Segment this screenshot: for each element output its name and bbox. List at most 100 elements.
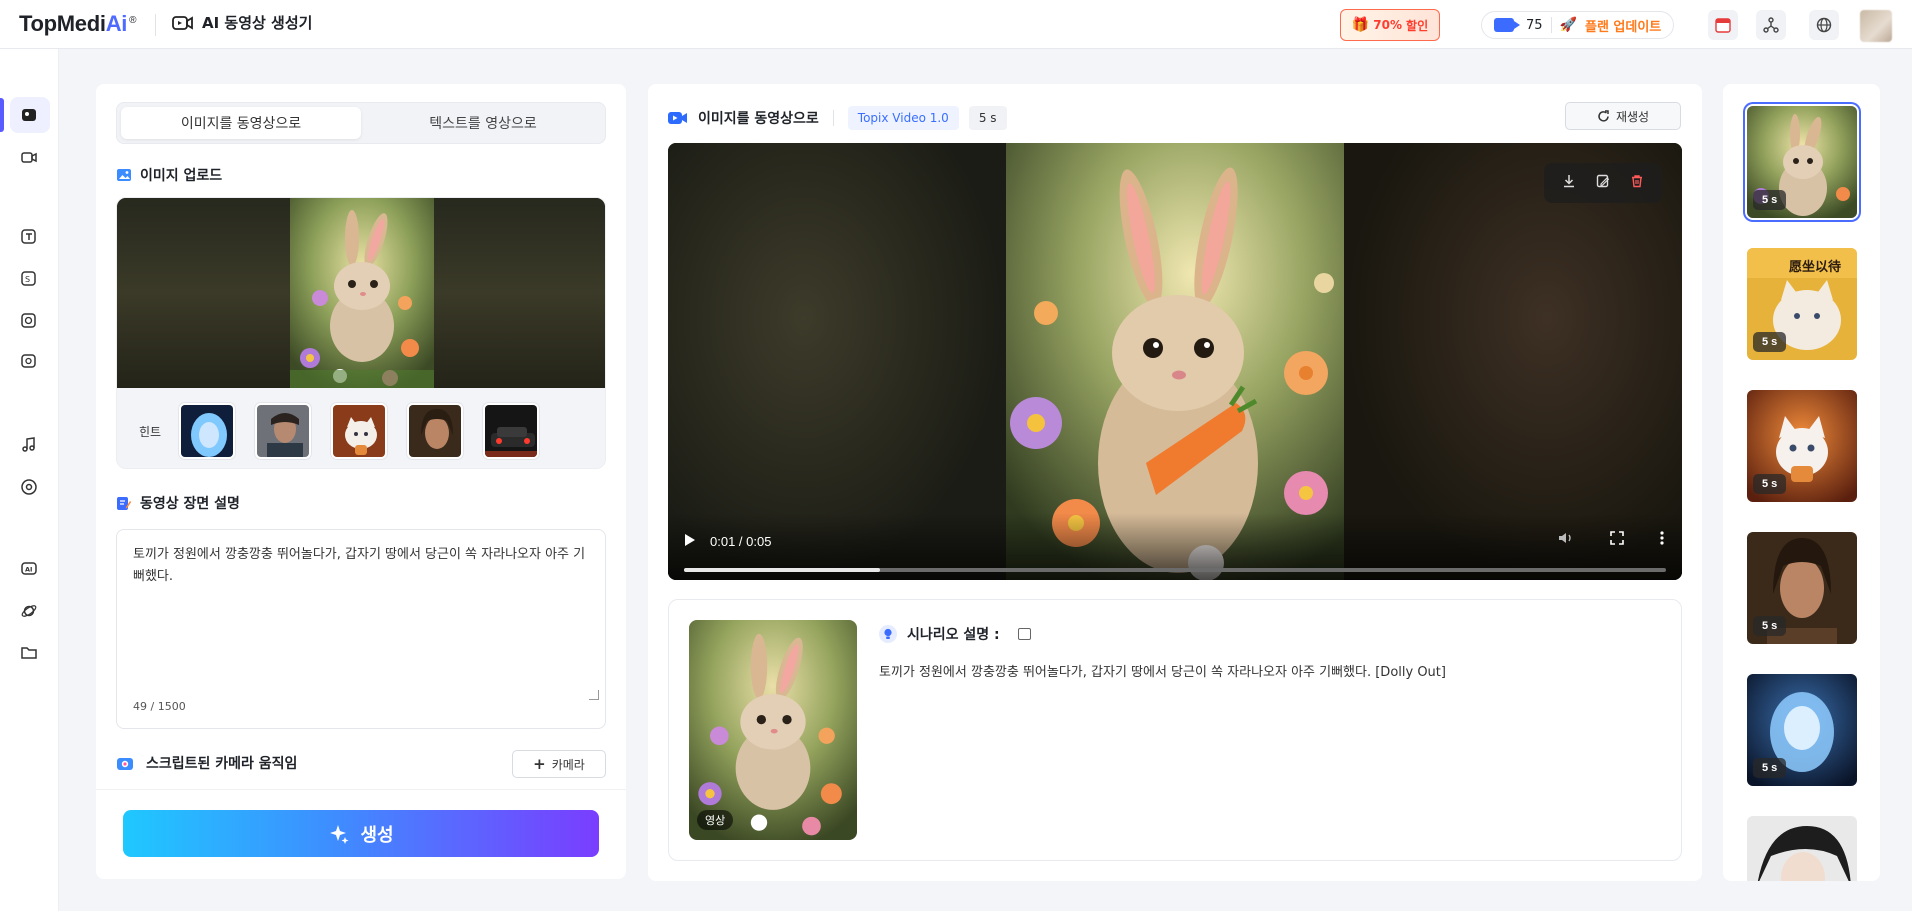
hint-label: 힌트 [139,425,162,439]
tab-image-to-video[interactable]: 이미지를 동영상으로 [121,107,361,139]
video-toolbar [1544,163,1662,203]
text-to-video-nav-icon[interactable] [18,226,40,248]
scenario-description: 토끼가 정원에서 깡충깡충 뛰어놀다가, 갑자기 땅에서 당근이 쏙 자라나오자… [879,665,1446,680]
video-mode-icon [668,112,687,124]
scenario-title-text: 시나리오 설명 : [907,627,1000,643]
video-camera-icon [172,15,193,30]
image-upload-area[interactable]: 힌트 [116,197,606,469]
ai-chat-icon[interactable]: AI [18,558,40,580]
promo-label: 할인 [1406,18,1429,33]
avatar-video-nav-icon[interactable] [18,310,40,332]
playback-group: 0:01 / 0:05 [684,533,771,550]
audio-disc-icon[interactable] [18,476,40,498]
video-type-badge: 영상 [697,810,734,830]
textarea-resize-handle[interactable] [589,690,599,700]
script-video-nav-icon[interactable]: S [18,268,40,290]
play-icon[interactable] [684,533,696,550]
scenario-card: 영상 시나리오 설명 : 토끼가 정원에서 깡충깡충 뛰어놀다가, 갑자기 땅에… [668,599,1682,861]
discount-promo-badge[interactable]: 🎁 70% 할인 [1340,9,1440,41]
hint-thumb-kitten[interactable] [331,403,387,459]
tool-title-text: AI 동영상 생성기 [202,14,313,32]
tool-title: AI 동영상 생성기 [172,12,312,33]
svg-text:AI: AI [25,566,32,574]
top-divider [155,14,156,36]
history-duration: 5 s [1753,190,1787,210]
history-item-anime[interactable] [1747,816,1857,881]
generate-footer: 생성 [96,789,626,879]
sparkle-icon [330,824,349,844]
generate-label: 생성 [360,824,394,846]
fullscreen-icon[interactable] [1610,531,1624,549]
history-duration: 5 s [1753,332,1787,352]
preview-blur-left [117,198,290,388]
progress-fill [684,568,881,572]
video-camera-nav-icon[interactable] [18,146,40,168]
image-icon [117,169,131,181]
playback-time: 0:01 / 0:05 [710,534,772,549]
history-strip: 5 s 愿坐以待 5 s 5 s 5 s 5 s [1723,84,1880,881]
history-caption: 愿坐以待 [1789,260,1842,275]
credit-pill[interactable]: 75 🚀 플랜 업데이트 [1481,11,1675,39]
share-nodes-icon[interactable] [1756,10,1786,40]
scene-description-text[interactable]: 토끼가 정원에서 깡충깡충 뛰어놀다가, 갑자기 땅에서 당근이 쏙 자라나오자… [133,544,593,588]
photo-effect-nav-icon[interactable] [18,350,40,372]
hint-thumb-car[interactable] [483,403,539,459]
history-item-kitten[interactable]: 5 s [1747,390,1857,502]
add-camera-label: 카메라 [551,757,585,772]
tab-text-to-video[interactable]: 텍스트를 영상으로 [363,107,603,139]
upgrade-plan-link[interactable]: 플랜 업데이트 [1585,16,1661,35]
history-item-man[interactable]: 5 s [1747,532,1857,644]
history-item-blue-girl[interactable]: 5 s [1747,674,1857,786]
volume-icon[interactable] [1558,531,1574,549]
active-nav-indicator [0,98,4,132]
hint-thumb-blue-girl[interactable] [179,403,235,459]
svg-text:S: S [25,275,30,284]
uploaded-image-preview[interactable] [117,198,605,388]
result-header: 이미지를 동영상으로 Topix Video 1.0 5 s [668,106,1007,130]
history-item-cat[interactable]: 愿坐以待 5 s [1747,248,1857,360]
more-options-icon[interactable] [1660,531,1664,549]
video-credit-icon [1494,18,1520,32]
image-to-video-nav-icon[interactable] [18,104,40,126]
add-camera-button[interactable]: + 카메라 [512,750,606,778]
copy-icon[interactable] [1017,628,1031,640]
globe-icon[interactable] [1809,10,1839,40]
player-controls: 0:01 / 0:05 [668,513,1682,580]
music-note-icon[interactable] [18,434,40,456]
mode-segmented-control: 이미지를 동영상으로 텍스트를 영상으로 [116,102,606,144]
hint-thumb-man[interactable] [407,403,463,459]
avatar[interactable] [1860,10,1892,42]
header-divider [832,110,834,126]
player-right-controls [1558,531,1664,549]
regenerate-button[interactable]: 재생성 [1565,102,1681,130]
generate-button[interactable]: 생성 [123,810,599,857]
delete-icon[interactable] [1630,174,1644,192]
pill-divider [1550,17,1552,33]
rocket-icon: 🚀 [1559,17,1577,33]
scene-description-textarea[interactable]: 토끼가 정원에서 깡충깡충 뛰어놀다가, 갑자기 땅에서 당근이 쏙 자라나오자… [116,529,606,729]
history-item-rabbit[interactable]: 5 s [1747,106,1857,218]
upload-section-title: 이미지 업로드 [116,165,222,185]
hint-thumb-warrior[interactable] [255,403,311,459]
edit-document-icon [117,497,132,510]
generation-settings-panel: 이미지를 동영상으로 텍스트를 영상으로 이미지 업로드 힌트 동영상 장면 설… [96,84,626,879]
rabbit-image [290,198,434,388]
camera-icon [117,758,133,770]
download-icon[interactable] [1562,174,1576,192]
scenario-thumbnail[interactable]: 영상 [689,620,857,840]
model-tag: Topix Video 1.0 [847,106,959,130]
gift-icon: 🎁 [1351,17,1370,33]
video-player[interactable]: 0:01 / 0:05 [668,143,1682,580]
progress-bar[interactable] [684,568,1666,572]
calendar-icon[interactable] [1708,10,1738,40]
planet-explore-icon[interactable] [18,600,40,622]
folder-icon[interactable] [18,641,40,663]
camera-motion-title-text: 스크립트된 카메라 움직임 [146,756,298,772]
history-duration: 5 s [1753,474,1787,494]
top-bar: TopMediAi ® AI 동영상 생성기 🎁 70% 할인 75 🚀 플랜 업… [0,0,1912,49]
edit-icon[interactable] [1596,174,1610,192]
brand-logo[interactable]: TopMediAi ® [19,11,136,37]
history-duration: 5 s [1753,758,1787,778]
result-panel: 이미지를 동영상으로 Topix Video 1.0 5 s 재생성 0:01 … [648,84,1702,881]
scenario-rabbit-image [689,620,857,840]
